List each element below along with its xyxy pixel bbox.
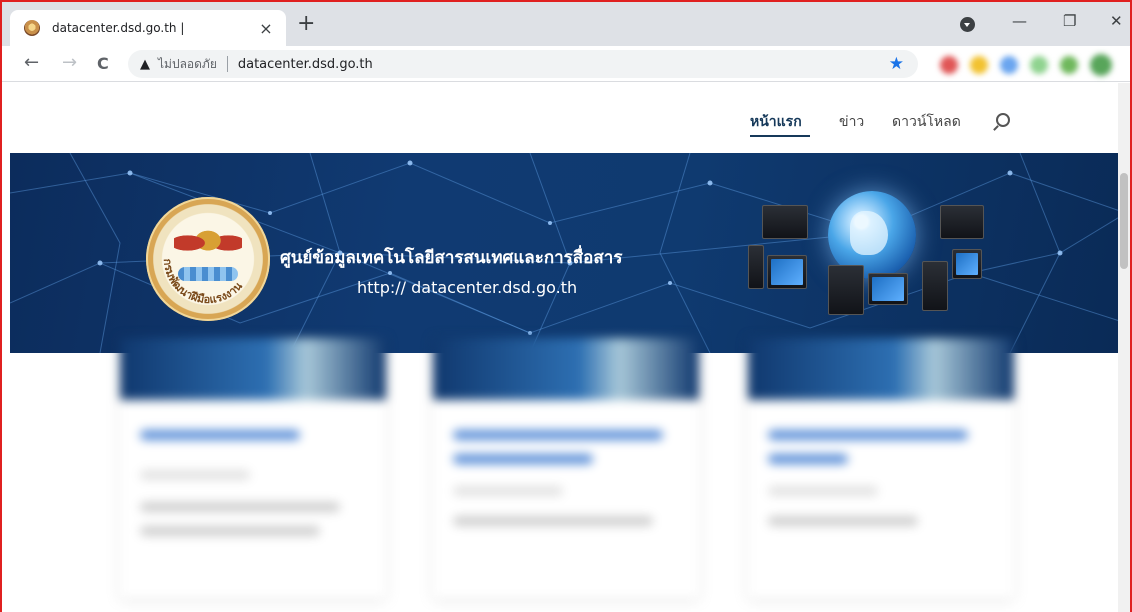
monitor-graphic — [868, 273, 908, 305]
address-divider — [226, 56, 228, 72]
extension-icon[interactable] — [1060, 56, 1078, 74]
monitor-graphic — [762, 205, 808, 239]
banner-url: http:// datacenter.dsd.go.th — [357, 278, 578, 297]
seal-ring-text: กรมพัฒนาฝีมือแรงงาน — [161, 258, 245, 306]
bookmark-star-icon[interactable]: ★ — [889, 54, 904, 74]
close-window-button[interactable]: ✕ — [1110, 12, 1123, 30]
card-image — [748, 338, 1014, 400]
address-bar[interactable]: ▲ ไม่ปลอดภัย datacenter.dsd.go.th ★ — [128, 50, 918, 78]
nav-download[interactable]: ดาวน์โหลด — [892, 111, 961, 133]
search-icon[interactable] — [996, 113, 1010, 127]
browser-window: datacenter.dsd.go.th | × + — ❐ ✕ ← → C ▲… — [0, 0, 1132, 612]
hero-banner: กรมพัฒนาฝีมือแรงงาน ศูนย์ข้อมูลเทคโนโลยี… — [10, 153, 1126, 353]
reload-button[interactable]: C — [97, 54, 109, 73]
news-card[interactable] — [433, 338, 699, 598]
monitor-graphic — [940, 205, 984, 239]
minimize-button[interactable]: — — [1012, 12, 1027, 30]
card-image — [120, 338, 386, 400]
card-image — [433, 338, 699, 400]
restore-button[interactable]: ❐ — [1063, 12, 1076, 30]
extension-icon[interactable] — [1000, 56, 1018, 74]
department-seal-logo: กรมพัฒนาฝีมือแรงงาน — [146, 197, 270, 321]
nav-home[interactable]: หน้าแรก — [750, 111, 802, 133]
extension-icon[interactable] — [940, 56, 958, 74]
tower-graphic — [828, 265, 864, 315]
tab-title: datacenter.dsd.go.th | — [52, 21, 185, 35]
monitor-graphic — [952, 249, 982, 279]
seal-favicon-icon — [24, 20, 40, 36]
tab-close-icon[interactable]: × — [256, 19, 276, 38]
news-card[interactable] — [120, 338, 386, 598]
extension-icon[interactable] — [1030, 56, 1048, 74]
browser-toolbar: ← → C ▲ ไม่ปลอดภัย datacenter.dsd.go.th … — [2, 46, 1130, 82]
nav-news[interactable]: ข่าว — [839, 111, 864, 133]
tower-graphic — [922, 261, 948, 311]
scroll-thumb[interactable] — [1120, 173, 1128, 269]
seal-ring-label: กรมพัฒนาฝีมือแรงงาน — [161, 258, 245, 306]
warning-icon[interactable]: ▲ — [140, 57, 150, 72]
monitor-graphic — [767, 255, 807, 289]
extension-icon[interactable] — [970, 56, 988, 74]
tab-strip: datacenter.dsd.go.th | × + — ❐ ✕ — [2, 2, 1130, 46]
banner-title: ศูนย์ข้อมูลเทคโนโลยีสารสนเทศและการสื่อสา… — [280, 248, 623, 268]
web-page: หน้าแรก ข่าว ดาวน์โหลด กรมพัฒนาฝีมือแรงง… — [2, 83, 1126, 612]
back-button[interactable]: ← — [24, 52, 39, 73]
browser-tab[interactable]: datacenter.dsd.go.th | × — [10, 10, 286, 46]
profile-menu-icon[interactable] — [960, 17, 975, 32]
site-nav: หน้าแรก ข่าว ดาวน์โหลด — [2, 83, 1122, 153]
forward-button[interactable]: → — [62, 52, 77, 73]
tower-graphic — [748, 245, 764, 289]
page-scrollbar[interactable] — [1118, 83, 1130, 612]
url-text[interactable]: datacenter.dsd.go.th — [238, 57, 373, 72]
svg-text:กรมพัฒนาฝีมือแรงงาน: กรมพัฒนาฝีมือแรงงาน — [161, 258, 245, 306]
active-nav-underline — [750, 135, 810, 137]
extension-icon[interactable] — [1090, 54, 1112, 76]
security-label[interactable]: ไม่ปลอดภัย — [158, 55, 217, 74]
new-tab-button[interactable]: + — [297, 13, 315, 35]
news-card[interactable] — [748, 338, 1014, 598]
